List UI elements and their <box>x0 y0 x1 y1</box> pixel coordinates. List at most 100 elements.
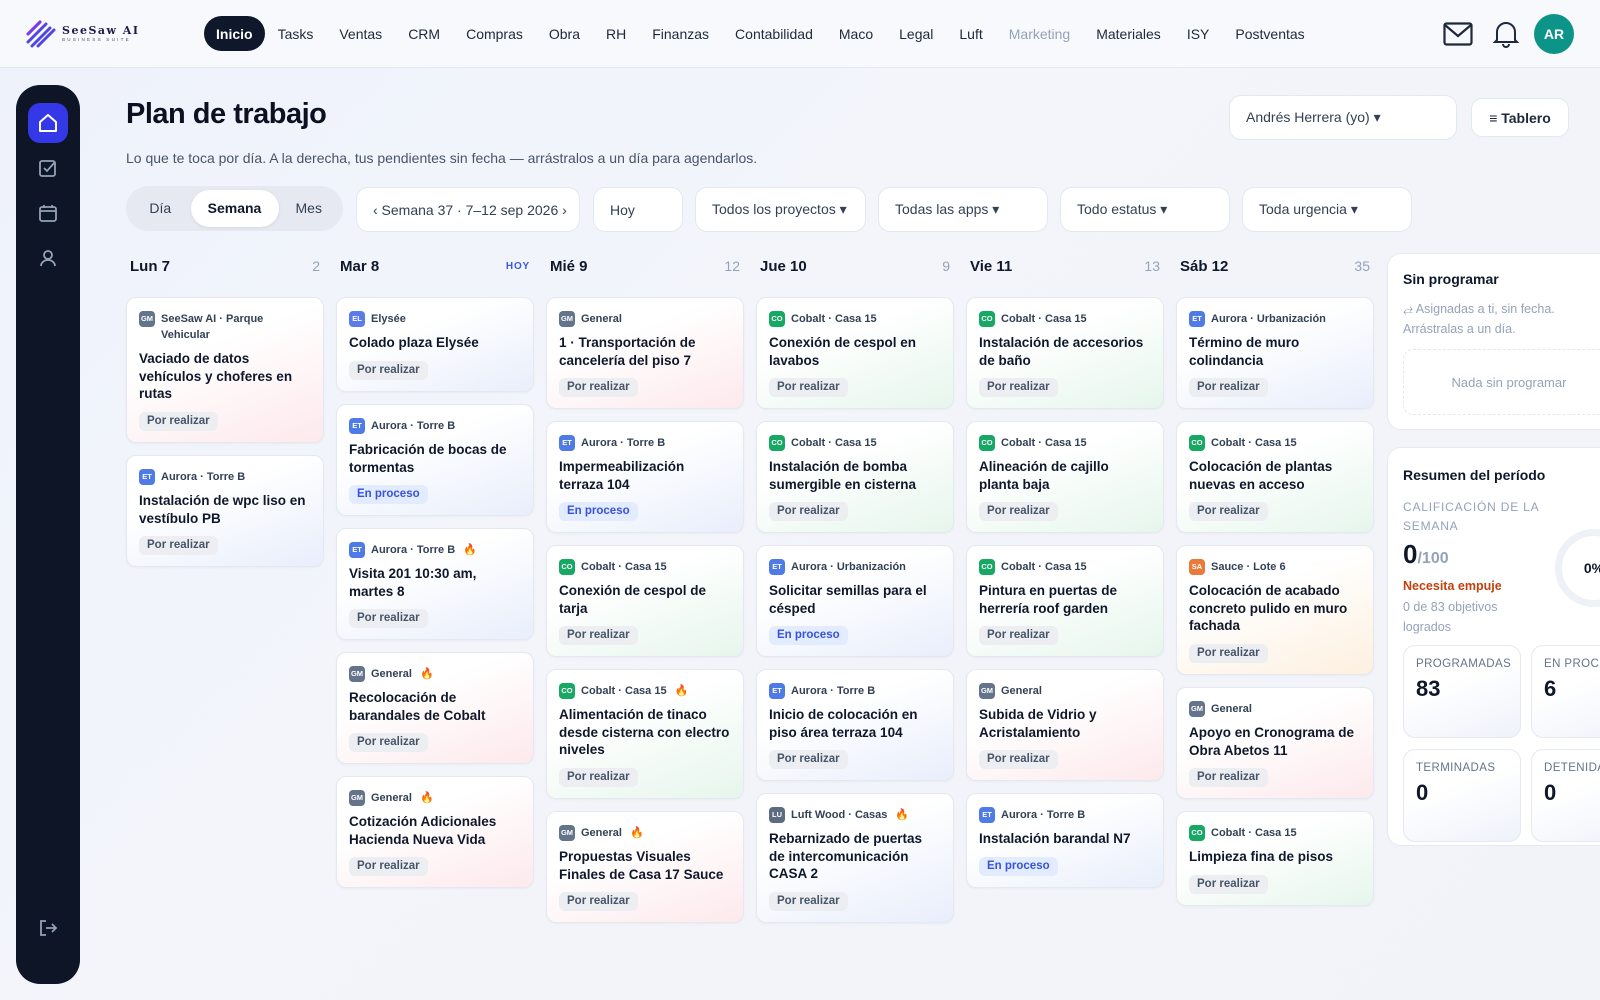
project-label: Cobalt · Casa 15 <box>1001 437 1087 449</box>
nav-item-legal[interactable]: Legal <box>886 16 946 51</box>
user-select[interactable]: Andrés Herrera (yo) ▾ <box>1229 95 1457 140</box>
nav-item-maco[interactable]: Maco <box>826 16 886 51</box>
task-title: Instalación de wpc liso en vestíbulo PB <box>139 493 306 526</box>
app-badge: GM <box>349 790 365 806</box>
app-logo[interactable]: SeeSaw AI BUSINESS SUITE <box>26 20 140 48</box>
status-badge: Por realizar <box>349 733 428 752</box>
day-header: Sáb 12 35 <box>1180 255 1370 277</box>
today-button[interactable]: Hoy <box>593 187 683 232</box>
task-card[interactable]: GM General 🔥 Cotización Adicionales Haciend… <box>336 776 534 888</box>
project-label: Aurora · Torre B <box>1001 809 1086 821</box>
logo-icon <box>26 20 56 48</box>
task-card[interactable]: GM General 🔥 Propuestas Visuales Finales de… <box>546 811 744 923</box>
sidebar-logout-button[interactable] <box>28 908 68 948</box>
task-title: Colocación de plantas nuevas en acceso <box>1189 459 1333 492</box>
task-card[interactable]: ET Aurora · Torre B Instalación de wpc lis… <box>126 455 324 567</box>
main-nav: Inicio Tasks Ventas CRM Compras Obra RH Finanza… <box>204 16 1318 51</box>
day-label: Mar 8 <box>340 257 380 275</box>
task-project: ET Aurora · Torre B <box>349 418 521 434</box>
sidebar-calendar-button[interactable] <box>28 193 68 233</box>
logout-icon <box>40 920 58 936</box>
app-badge: ET <box>349 418 365 434</box>
bell-icon[interactable] <box>1486 14 1526 54</box>
app-badge: CO <box>979 435 995 451</box>
stat-label: DETENIDAS <box>1544 762 1600 774</box>
task-card[interactable]: CO Cobalt · Casa 15 Conexión de cespol en … <box>756 297 954 409</box>
task-card[interactable]: CO Cobalt · Casa 15 Alineación de cajillo … <box>966 421 1164 533</box>
nav-item-luft[interactable]: Luft <box>946 16 995 51</box>
app-badge: GM <box>559 825 575 841</box>
task-card[interactable]: LU Luft Wood · Casas 🔥 Rebarnizado de puert… <box>756 793 954 923</box>
task-card[interactable]: GM General 🔥 Recolocación de barandales de … <box>336 652 534 764</box>
task-card[interactable]: ET Aurora · Torre B Fabricación de bocas d… <box>336 404 534 516</box>
nav-item-inicio[interactable]: Inicio <box>204 16 265 51</box>
unscheduled-title: Sin programar <box>1403 271 1499 287</box>
board-view-button[interactable]: ≡ Tablero <box>1471 98 1569 137</box>
avatar[interactable]: AR <box>1534 14 1574 54</box>
nav-item-finanzas[interactable]: Finanzas <box>639 16 722 51</box>
view-tab-dia[interactable]: Día <box>130 190 191 227</box>
status-badge: En proceso <box>349 485 428 504</box>
task-card[interactable]: ET Aurora · Torre B 🔥 Visita 201 10:30 am, … <box>336 528 534 640</box>
task-title: Limpieza fina de pisos <box>1189 849 1334 864</box>
task-project: LU Luft Wood · Casas 🔥 <box>769 807 941 823</box>
nav-item-materiales[interactable]: Materiales <box>1083 16 1174 51</box>
sidebar-tasks-button[interactable] <box>28 148 68 188</box>
task-card[interactable]: GM SeeSaw AI · Parque Vehicular Vaciado de… <box>126 297 324 443</box>
project-label: Aurora · Torre B <box>581 437 666 449</box>
projects-filter[interactable]: Todos los proyectos ▾ <box>695 187 866 232</box>
day-header: Mar 8 HOY <box>340 255 530 277</box>
nav-item-crm[interactable]: CRM <box>395 16 453 51</box>
apps-filter[interactable]: Todas las apps ▾ <box>878 187 1048 232</box>
nav-item-rh[interactable]: RH <box>593 16 639 51</box>
nav-item-isy[interactable]: ISY <box>1174 16 1223 51</box>
day-task-count: 12 <box>724 258 740 274</box>
unscheduled-hint: ⥄ Asignadas a ti, sin fecha. Arrástralas… <box>1403 302 1555 336</box>
task-card[interactable]: GM General Apoyo en Cronograma de Obra Abe… <box>1176 687 1374 799</box>
task-card[interactable]: ET Aurora · Urbanización Solicitar semilla… <box>756 545 954 657</box>
day-task-count: 13 <box>1144 258 1160 274</box>
task-card[interactable]: CO Cobalt · Casa 15 Instalación de accesor… <box>966 297 1164 409</box>
page-title: Plan de trabajo <box>126 98 327 130</box>
urgent-flame-icon: 🔥 <box>463 544 477 556</box>
task-card[interactable]: ET Aurora · Urbanización Término de muro c… <box>1176 297 1374 409</box>
view-tab-mes[interactable]: Mes <box>279 190 340 227</box>
status-badge: Por realizar <box>139 411 218 431</box>
task-card[interactable]: ET Aurora · Torre B Impermeabilización ter… <box>546 421 744 533</box>
task-card[interactable]: CO Cobalt · Casa 15 Pintura en puertas de … <box>966 545 1164 657</box>
task-card[interactable]: GM General Subida de Vidrio y Acristalamie… <box>966 669 1164 781</box>
nav-item-contabilidad[interactable]: Contabilidad <box>722 16 826 51</box>
mail-icon[interactable] <box>1438 14 1478 54</box>
nav-item-tasks[interactable]: Tasks <box>265 16 327 51</box>
task-card[interactable]: SA Sauce · Lote 6 Colocación de acabado co… <box>1176 545 1374 675</box>
task-card[interactable]: EL Elysée Colado plaza Elysée Por realizar <box>336 297 534 392</box>
sidebar-profile-button[interactable] <box>28 238 68 278</box>
nav-item-marketing[interactable]: Marketing <box>996 16 1083 51</box>
task-card[interactable]: CO Cobalt · Casa 15 Limpieza fina de pisos… <box>1176 811 1374 906</box>
task-card[interactable]: ET Aurora · Torre B Instalación barandal N… <box>966 793 1164 888</box>
view-tab-semana[interactable]: Semana <box>190 190 279 227</box>
nav-item-postventas[interactable]: Postventas <box>1222 16 1317 51</box>
task-card[interactable]: CO Cobalt · Casa 15 Conexión de cespol de … <box>546 545 744 657</box>
nav-item-ventas[interactable]: Ventas <box>326 16 395 51</box>
task-card[interactable]: ET Aurora · Torre B Inicio de colocación e… <box>756 669 954 781</box>
sidebar-home-button[interactable] <box>28 103 68 143</box>
status-filter[interactable]: Todo estatus ▾ <box>1060 187 1230 232</box>
task-card[interactable]: GM General 1 · Transportación de cancelerí… <box>546 297 744 409</box>
status-badge: Por realizar <box>559 626 638 645</box>
app-badge: ET <box>769 559 785 575</box>
nav-item-compras[interactable]: Compras <box>453 16 536 51</box>
page-subtitle: Lo que te toca por día. A la derecha, tu… <box>126 150 758 166</box>
sidebar <box>16 85 80 984</box>
task-title: Conexión de cespol en lavabos <box>769 335 917 368</box>
urgency-filter[interactable]: Toda urgencia ▾ <box>1242 187 1412 232</box>
task-card[interactable]: CO Cobalt · Casa 15 Instalación de bomba s… <box>756 421 954 533</box>
task-card[interactable]: CO Cobalt · Casa 15 🔥 Alimentación de tinac… <box>546 669 744 799</box>
nav-item-obra[interactable]: Obra <box>536 16 593 51</box>
task-card[interactable]: CO Cobalt · Casa 15 Colocación de plantas … <box>1176 421 1374 533</box>
unscheduled-dropzone[interactable]: Nada sin programar <box>1403 349 1600 415</box>
task-project: GM SeeSaw AI · Parque Vehicular <box>139 311 311 343</box>
week-navigator[interactable]: ‹ Semana 37 · 7–12 sep 2026 › <box>356 187 580 232</box>
task-title: Inicio de colocación en piso área terraz… <box>769 707 918 740</box>
app-badge: GM <box>139 311 155 327</box>
